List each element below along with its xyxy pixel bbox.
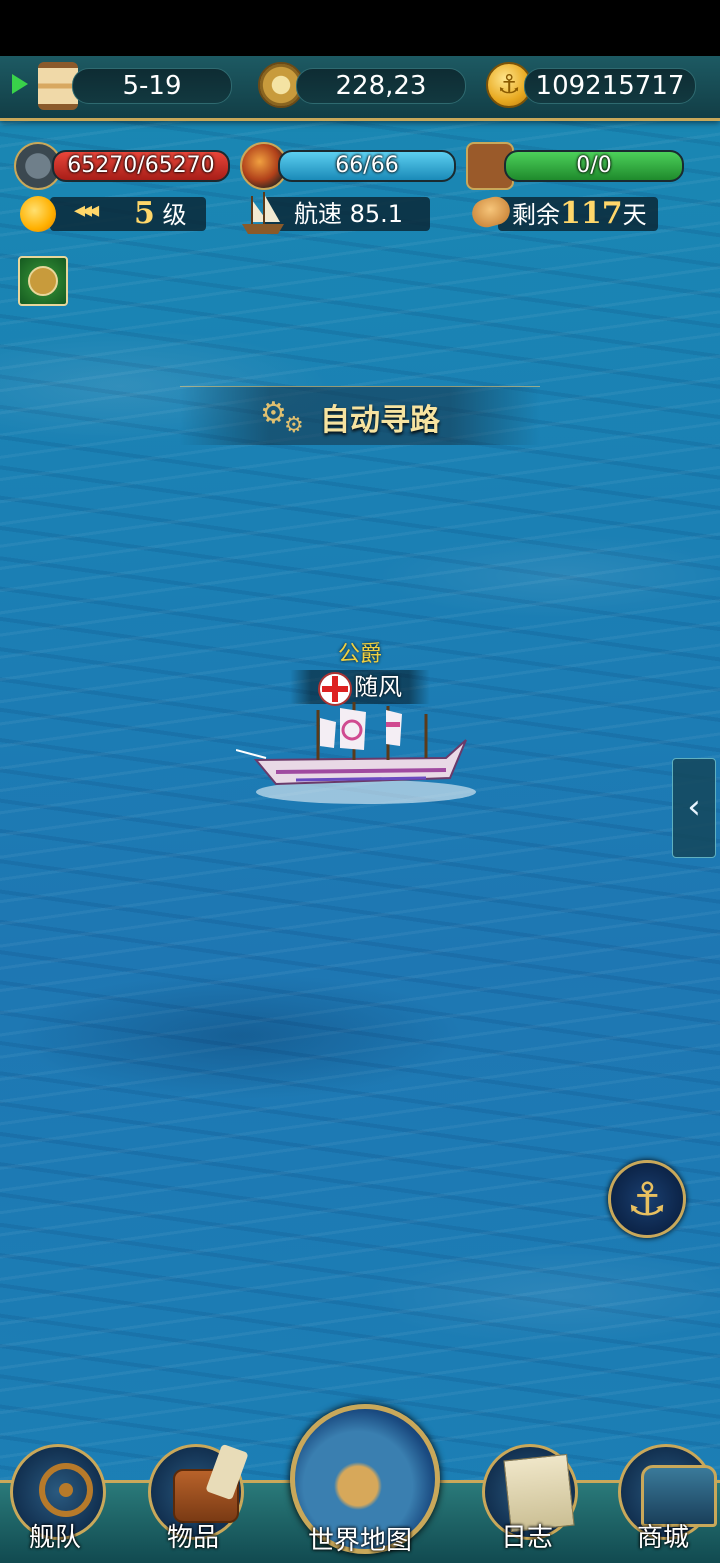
world-map-label[interactable]: 世界地图: [280, 1520, 440, 1557]
log-button[interactable]: 日志: [472, 1444, 582, 1554]
remaining-days-display: 剩余117天: [498, 197, 658, 231]
crew-bar: 66/66: [278, 150, 456, 182]
cargo-text: 0/0: [576, 153, 612, 178]
navigation-button[interactable]: [18, 256, 68, 306]
date-text: 5-19: [122, 71, 182, 101]
side-panel-toggle[interactable]: ‹: [672, 758, 716, 858]
player-nameplate: 随风: [290, 670, 430, 706]
anchor-button[interactable]: ⚓: [608, 1160, 686, 1238]
coordinates-display: 228,23: [296, 68, 466, 104]
speed-label: 航速: [294, 200, 342, 228]
shop-label: 商城: [636, 1523, 689, 1553]
level-value: 5 级: [134, 197, 187, 231]
date-display: 5-19: [72, 68, 232, 104]
durability-bar: 65270/65270: [52, 150, 230, 182]
speed-display: 航速 85.1: [264, 197, 430, 231]
chevron-left-icon: ‹: [687, 787, 701, 827]
scroll-icon: [205, 1443, 249, 1501]
speed-value: 85.1: [349, 200, 404, 228]
remaining-suffix: 天: [622, 201, 647, 229]
level-suffix: 级: [162, 201, 187, 229]
gold-text: 109215717: [535, 71, 685, 101]
player-rank: 公爵: [337, 642, 382, 667]
items-label: 物品: [166, 1523, 219, 1553]
auto-pathfinding-label: 自动寻路: [320, 403, 440, 438]
player-name: 随风: [354, 673, 402, 701]
fleet-label: 舰队: [28, 1523, 81, 1553]
top-resource-bar: 5-19 228,23 ⚓ 109215717: [0, 56, 720, 121]
gold-display: 109215717: [524, 68, 696, 104]
crew-text: 66/66: [335, 153, 399, 178]
cargo-bar: 0/0: [504, 150, 684, 182]
durability-text: 65270/65270: [67, 153, 215, 178]
auto-pathfinding-banner[interactable]: ⚙ ⚙ 自动寻路: [180, 386, 540, 445]
arrows-icon: ◂◂◂: [74, 198, 99, 223]
level-number: 5: [134, 196, 155, 231]
fleet-button[interactable]: 舰队: [0, 1444, 110, 1554]
compass-nav-icon: [28, 266, 58, 296]
ship-wheel-icon: [39, 1463, 93, 1517]
shop-button[interactable]: 商城: [608, 1444, 718, 1554]
status-bar: [0, 0, 720, 56]
small-gear-icon: ⚙: [284, 413, 304, 438]
coordinates-text: 228,23: [335, 71, 427, 101]
player-ship[interactable]: [236, 700, 476, 810]
remaining-prefix: 剩余: [512, 201, 560, 229]
sun-icon: [20, 196, 56, 232]
remaining-days: 117: [560, 196, 623, 231]
anchor-icon: ⚓: [626, 1172, 668, 1226]
ship-icon: [242, 192, 284, 234]
items-button[interactable]: 物品: [138, 1443, 249, 1554]
log-label: 日志: [500, 1523, 553, 1553]
play-icon[interactable]: [12, 74, 28, 94]
